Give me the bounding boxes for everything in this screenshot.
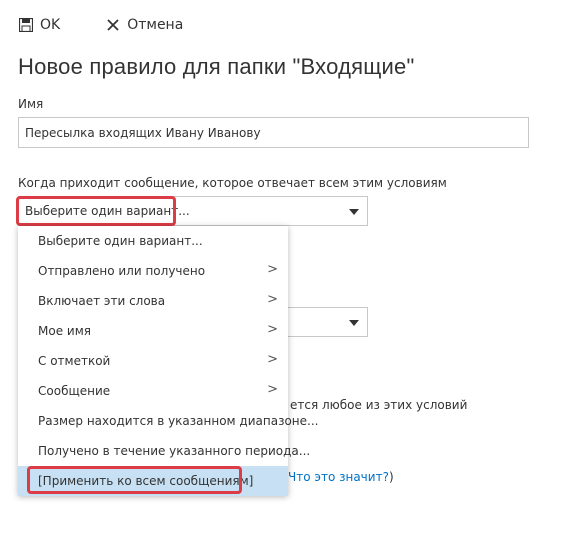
menu-item-label: Мое имя: [38, 324, 91, 338]
menu-item-my-name[interactable]: Мое имя >: [18, 316, 288, 346]
menu-item-label: [Применить ко всем сообщениям]: [38, 474, 254, 488]
menu-item-includes-words[interactable]: Включает эти слова >: [18, 286, 288, 316]
chevron-right-icon: >: [267, 382, 278, 397]
condition-select-value: Выберите один вариант...: [25, 204, 190, 218]
rule-name-input[interactable]: [18, 117, 529, 148]
chevron-right-icon: >: [267, 262, 278, 277]
menu-item-label: Выберите один вариант...: [38, 234, 203, 248]
cancel-button[interactable]: Отмена: [105, 17, 183, 33]
menu-item-marked[interactable]: С отметкой >: [18, 346, 288, 376]
caret-down-icon: [349, 320, 359, 326]
caret-down-icon: [349, 209, 359, 215]
menu-item-choose[interactable]: Выберите один вариант...: [18, 226, 288, 256]
condition-select[interactable]: Выберите один вариант...: [18, 196, 368, 226]
help-close-paren: ): [388, 470, 394, 484]
page-title: Новое правило для папки "Входящие": [18, 54, 415, 79]
name-label: Имя: [18, 97, 44, 111]
help-link-partial: Что это значит?): [288, 470, 394, 484]
ok-button[interactable]: OK: [18, 17, 60, 33]
menu-item-received-period[interactable]: Получено в течение указанного периода...: [18, 436, 310, 466]
exception-label-partial: ется любое из этих условий: [290, 398, 468, 412]
condition-dropdown-menu: Выберите один вариант... Отправлено или …: [18, 226, 318, 496]
chevron-right-icon: >: [267, 292, 278, 307]
menu-item-label: Отправлено или получено: [38, 264, 206, 278]
menu-item-label: Сообщение: [38, 384, 111, 398]
save-icon: [18, 17, 34, 33]
menu-item-apply-all[interactable]: [Применить ко всем сообщениям]: [18, 466, 288, 496]
chevron-right-icon: >: [267, 352, 278, 367]
menu-item-message[interactable]: Сообщение >: [18, 376, 288, 406]
menu-item-label: С отметкой: [38, 354, 111, 368]
menu-item-label: Получено в течение указанного периода...: [38, 444, 311, 458]
menu-item-size-range[interactable]: Размер находится в указанном диапазоне..…: [18, 406, 318, 436]
toolbar: OK Отмена: [18, 14, 183, 36]
ok-label: OK: [40, 17, 61, 33]
help-link[interactable]: Что это значит?: [288, 470, 389, 484]
menu-item-label: Размер находится в указанном диапазоне..…: [38, 414, 319, 428]
close-icon: [105, 17, 121, 33]
menu-item-sent-received[interactable]: Отправлено или получено >: [18, 256, 288, 286]
condition-label: Когда приходит сообщение, которое отвеча…: [18, 176, 447, 190]
cancel-label: Отмена: [127, 17, 184, 33]
menu-item-label: Включает эти слова: [38, 294, 166, 308]
chevron-right-icon: >: [267, 322, 278, 337]
secondary-select[interactable]: [288, 307, 368, 337]
